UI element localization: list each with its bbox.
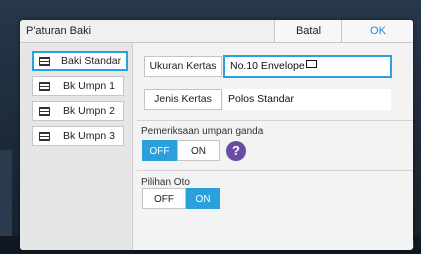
sidebar-item-baki-standar[interactable]: Baki Standar [32, 51, 128, 71]
paper-type-button[interactable]: Jenis Kertas [144, 89, 222, 110]
tray-sidebar: Baki Standar Bk Umpn 1 Bk Umpn 2 Bk Umpn… [20, 43, 133, 250]
sidebar-item-label: Bk Umpn 2 [63, 105, 115, 117]
double-feed-label: Pemeriksaan umpan ganda [141, 126, 264, 137]
paper-type-field[interactable]: Polos Standar [223, 89, 391, 110]
tray-icon [39, 82, 50, 91]
sidebar-item-label: Bk Umpn 1 [63, 80, 115, 92]
dialog-title: P'aturan Baki [26, 25, 92, 37]
tray-icon [39, 57, 50, 66]
tray-settings-dialog: P'aturan Baki Batal OK Baki Standar Bk U… [20, 20, 413, 250]
sidebar-item-bk-umpn-3[interactable]: Bk Umpn 3 [32, 126, 124, 146]
envelope-icon [305, 60, 317, 68]
section-divider [137, 170, 413, 171]
paper-size-field[interactable]: No.10 Envelope [223, 55, 392, 78]
sidebar-item-bk-umpn-1[interactable]: Bk Umpn 1 [32, 76, 124, 96]
ok-button[interactable]: OK [341, 20, 413, 42]
tray-settings-panel: Ukuran Kertas No.10 Envelope Jenis Kerta… [133, 43, 413, 250]
sidebar-item-bk-umpn-2[interactable]: Bk Umpn 2 [32, 101, 124, 121]
paper-size-value: No.10 Envelope [230, 60, 305, 72]
paper-type-value: Polos Standar [228, 93, 294, 105]
sidebar-item-label: Baki Standar [61, 55, 122, 67]
help-icon[interactable]: ? [226, 141, 246, 161]
auto-select-label: Pilihan Oto [141, 177, 190, 188]
sidebar-item-label: Bk Umpn 3 [63, 130, 115, 142]
auto-select-off-toggle[interactable]: OFF [142, 188, 186, 209]
paper-size-button[interactable]: Ukuran Kertas [144, 56, 222, 77]
tray-icon [39, 132, 50, 141]
dialog-titlebar: P'aturan Baki Batal OK [20, 20, 413, 43]
double-feed-on-toggle[interactable]: ON [177, 140, 220, 161]
cancel-button[interactable]: Batal [274, 20, 342, 42]
section-divider [137, 120, 413, 121]
auto-select-on-toggle[interactable]: ON [186, 188, 220, 209]
double-feed-off-toggle[interactable]: OFF [142, 140, 177, 161]
tray-icon [39, 107, 50, 116]
